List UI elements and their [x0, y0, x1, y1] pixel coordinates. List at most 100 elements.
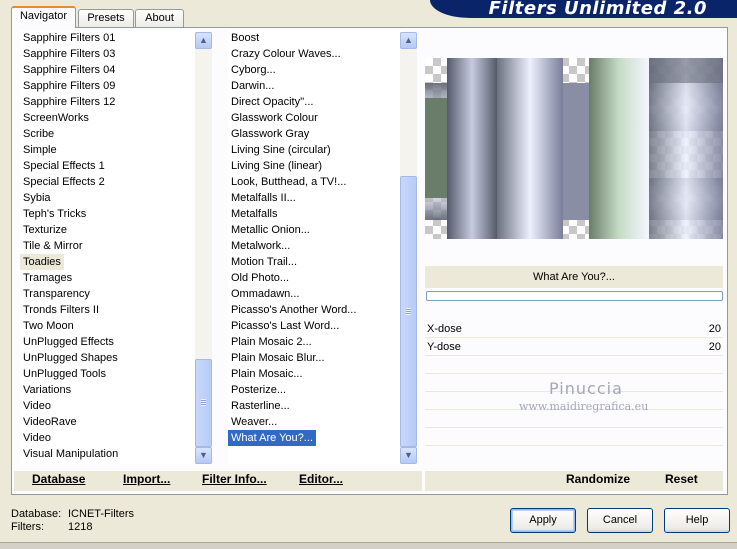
- list-item[interactable]: Motion Trail...: [228, 254, 404, 270]
- list-item[interactable]: Visual Manipulation: [20, 446, 198, 462]
- list-item[interactable]: Scribe: [20, 126, 198, 142]
- scroll-up-button[interactable]: ▲: [195, 32, 212, 49]
- list-item-label: Tile & Mirror: [23, 240, 83, 252]
- list-item[interactable]: Metallic Onion...: [228, 222, 404, 238]
- list-item[interactable]: ScreenWorks: [20, 110, 198, 126]
- database-value: ICNET-Filters: [68, 508, 134, 520]
- preview-image[interactable]: [425, 58, 723, 239]
- list-item[interactable]: Old Photo...: [228, 270, 404, 286]
- category-list[interactable]: Sapphire Filters 01 Sapphire Filters 03 Sa…: [20, 30, 198, 464]
- list-item-label: Picasso's Last Word...: [231, 320, 340, 332]
- list-item[interactable]: Picasso's Last Word...: [228, 318, 404, 334]
- list-item[interactable]: Sapphire Filters 03: [20, 46, 198, 62]
- list-item[interactable]: Direct Opacity''...: [228, 94, 404, 110]
- list-item[interactable]: Boost: [228, 30, 404, 46]
- list-item[interactable]: Sapphire Filters 09: [20, 78, 198, 94]
- list-item-label: Rasterline...: [231, 400, 290, 412]
- list-item-label: Texturize: [23, 224, 68, 236]
- list-item[interactable]: Video: [20, 398, 198, 414]
- param-label: X-dose: [427, 323, 462, 335]
- list-item[interactable]: Living Sine (circular): [228, 142, 404, 158]
- filter-scrollbar[interactable]: ▲ ▼: [400, 32, 417, 464]
- tab-presets[interactable]: Presets: [78, 9, 134, 27]
- list-item[interactable]: UnPlugged Shapes: [20, 350, 198, 366]
- tab-navigator[interactable]: Navigator: [11, 6, 76, 28]
- list-item[interactable]: Metalfalls: [228, 206, 404, 222]
- list-item[interactable]: Teph's Tricks: [20, 206, 198, 222]
- import-link[interactable]: Import...: [123, 471, 170, 487]
- scroll-down-button[interactable]: ▼: [195, 447, 212, 464]
- list-item[interactable]: UnPlugged Effects: [20, 334, 198, 350]
- list-item[interactable]: VideoRave: [20, 414, 198, 430]
- param-value[interactable]: 20: [709, 338, 721, 356]
- param-value[interactable]: 20: [709, 320, 721, 338]
- filter-info-link[interactable]: Filter Info...: [202, 471, 267, 487]
- list-item[interactable]: Glasswork Colour: [228, 110, 404, 126]
- list-item[interactable]: Sapphire Filters 12: [20, 94, 198, 110]
- list-item[interactable]: Look, Butthead, a TV!...: [228, 174, 404, 190]
- list-item[interactable]: What Are You?...: [228, 430, 404, 446]
- list-item[interactable]: Video: [20, 430, 198, 446]
- list-item[interactable]: Tile & Mirror: [20, 238, 198, 254]
- list-item[interactable]: Tramages: [20, 270, 198, 286]
- list-item-label: Tramages: [23, 272, 73, 284]
- list-item-label: Special Effects 1: [23, 160, 105, 172]
- list-item[interactable]: Posterize...: [228, 382, 404, 398]
- list-item-label: Tronds Filters II: [23, 304, 99, 316]
- param-row-y-dose[interactable]: Y-dose 20: [425, 338, 723, 356]
- editor-link[interactable]: Editor...: [299, 471, 343, 487]
- list-item-label: Living Sine (circular): [231, 144, 331, 156]
- list-item[interactable]: Texturize: [20, 222, 198, 238]
- list-item[interactable]: Two Moon: [20, 318, 198, 334]
- list-item[interactable]: Living Sine (linear): [228, 158, 404, 174]
- list-item[interactable]: Metalfalls II...: [228, 190, 404, 206]
- list-item[interactable]: Picasso's Another Word...: [228, 302, 404, 318]
- list-item[interactable]: Sybia: [20, 190, 198, 206]
- list-item-label: Direct Opacity''...: [231, 96, 314, 108]
- list-item[interactable]: Plain Mosaic Blur...: [228, 350, 404, 366]
- list-item-label: Ommadawn...: [231, 288, 300, 300]
- list-item[interactable]: Toadies: [20, 254, 198, 270]
- window-bottom-edge: [0, 542, 737, 549]
- list-item[interactable]: Weaver...: [228, 414, 404, 430]
- filter-list[interactable]: Boost Crazy Colour Waves... Cyborg... Darwi…: [228, 30, 404, 464]
- list-item[interactable]: Transparency: [20, 286, 198, 302]
- randomize-link[interactable]: Randomize: [566, 471, 630, 487]
- scroll-up-button[interactable]: ▲: [400, 32, 417, 49]
- list-item[interactable]: UnPlugged Tools: [20, 366, 198, 382]
- list-item-label: Video: [23, 400, 51, 412]
- list-item[interactable]: Plain Mosaic...: [228, 366, 404, 382]
- list-item[interactable]: Crazy Colour Waves...: [228, 46, 404, 62]
- list-item-label: Sapphire Filters 01: [23, 32, 116, 44]
- list-item[interactable]: Sapphire Filters 01: [20, 30, 198, 46]
- apply-button[interactable]: Apply: [510, 508, 576, 533]
- list-item[interactable]: Metalwork...: [228, 238, 404, 254]
- list-item[interactable]: Simple: [20, 142, 198, 158]
- reset-link[interactable]: Reset: [665, 471, 698, 487]
- param-row-x-dose[interactable]: X-dose 20: [425, 320, 723, 338]
- list-item[interactable]: Variations: [20, 382, 198, 398]
- list-item[interactable]: Special Effects 1: [20, 158, 198, 174]
- list-item-label: Old Photo...: [231, 272, 290, 284]
- help-button[interactable]: Help: [664, 508, 730, 533]
- list-item[interactable]: Rasterline...: [228, 398, 404, 414]
- list-item[interactable]: Cyborg...: [228, 62, 404, 78]
- scroll-thumb[interactable]: [400, 176, 417, 447]
- database-link[interactable]: Database: [32, 471, 85, 487]
- list-item[interactable]: Glasswork Gray: [228, 126, 404, 142]
- list-item[interactable]: Ommadawn...: [228, 286, 404, 302]
- tab-about[interactable]: About: [135, 9, 184, 27]
- list-item-label: Sybia: [23, 192, 51, 204]
- list-item-label: Metallic Onion...: [231, 224, 310, 236]
- scroll-down-button[interactable]: ▼: [400, 447, 417, 464]
- list-item-label: Sapphire Filters 03: [23, 48, 116, 60]
- list-item[interactable]: Plain Mosaic 2...: [228, 334, 404, 350]
- list-item[interactable]: Sapphire Filters 04: [20, 62, 198, 78]
- list-item[interactable]: Darwin...: [228, 78, 404, 94]
- category-scrollbar[interactable]: ▲ ▼: [195, 32, 212, 464]
- list-item-label: Sapphire Filters 04: [23, 64, 116, 76]
- list-item[interactable]: Tronds Filters II: [20, 302, 198, 318]
- cancel-button[interactable]: Cancel: [587, 508, 653, 533]
- list-item[interactable]: Special Effects 2: [20, 174, 198, 190]
- scroll-thumb[interactable]: [195, 359, 212, 447]
